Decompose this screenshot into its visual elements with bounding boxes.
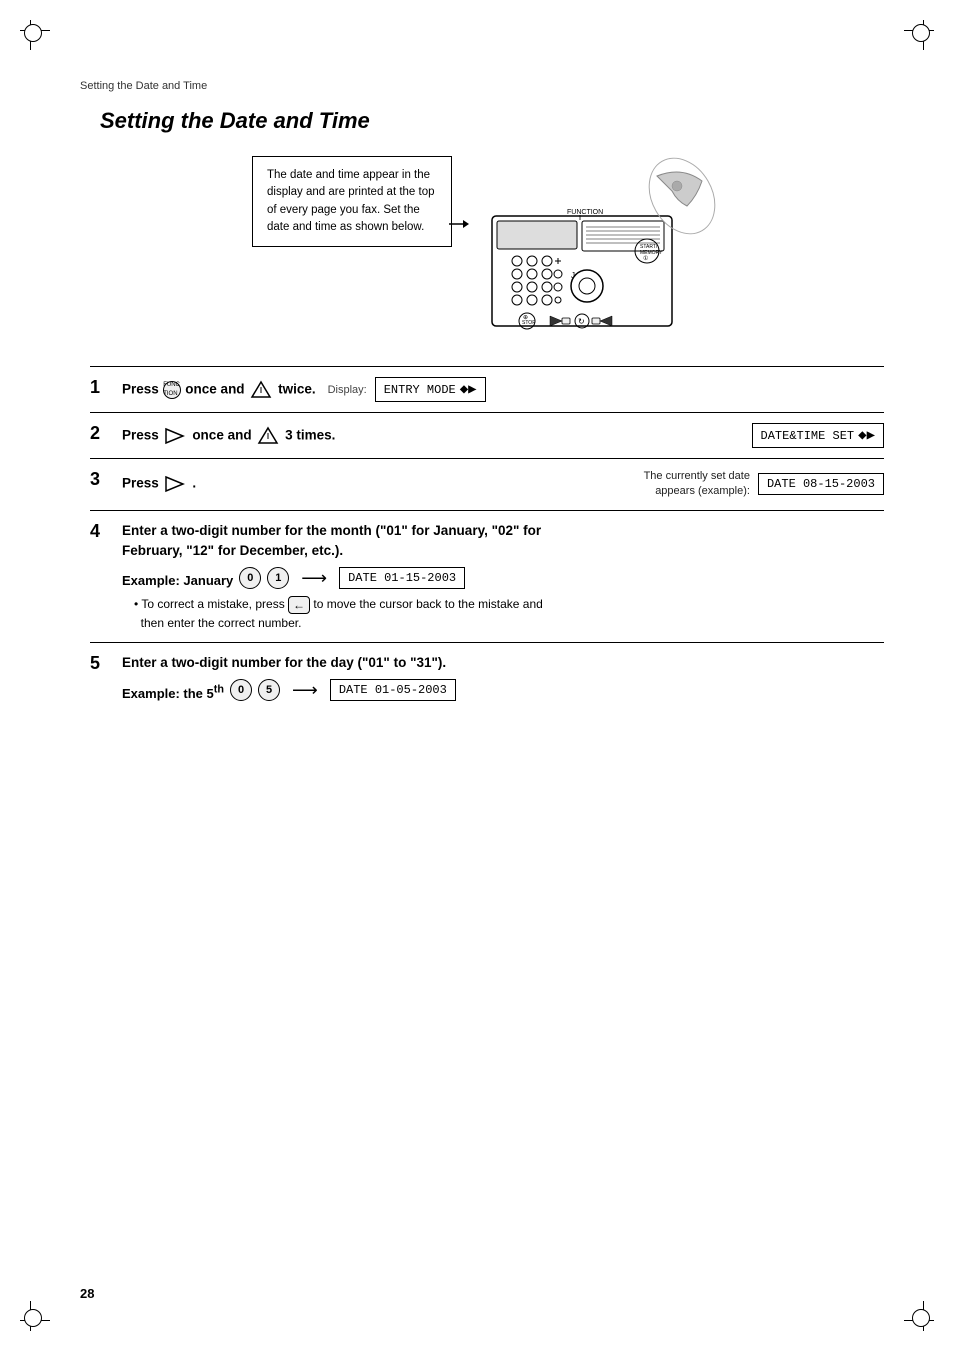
- step-4: 4 Enter a two-digit number for the month…: [90, 510, 884, 642]
- step-5-example-label: Example: the 5th: [122, 684, 224, 701]
- step-4-note: • To correct a mistake, press ← to move …: [122, 595, 884, 632]
- step-1-content: Press FUNCTION once and twice. Display: …: [122, 377, 884, 402]
- callout-box: The date and time appear in the display …: [252, 156, 452, 247]
- step-3-text: Press .: [122, 473, 196, 495]
- step-3-display-area: The currently set dateappears (example):…: [644, 469, 884, 500]
- step-5-display: DATE 01-05-2003: [330, 679, 456, 701]
- step-5-arrow: ⟶: [292, 680, 318, 701]
- step-4-arrow: ⟶: [301, 568, 327, 589]
- step-1-text: Press FUNCTION once and twice.: [122, 379, 316, 401]
- step-2: 2 Press once and 3 times.: [90, 412, 884, 458]
- step-5-key-5: 5: [258, 679, 280, 701]
- step-4-key-1: 1: [267, 567, 289, 589]
- step-4-display: DATE 01-15-2003: [339, 567, 465, 589]
- step-3-display: DATE 08-15-2003: [758, 473, 884, 495]
- step-5-example-row: Example: the 5th 0 5 ⟶ DATE 01-05-2003: [122, 679, 884, 701]
- step-3: 3 Press . The currently set dateappears …: [90, 458, 884, 510]
- back-key-icon: ←: [288, 596, 310, 614]
- step-4-content: Enter a two-digit number for the month (…: [122, 521, 884, 632]
- step-5-key-0: 0: [230, 679, 252, 701]
- step-5: 5 Enter a two-digit number for the day (…: [90, 642, 884, 711]
- nav-up-icon-2: [255, 425, 281, 447]
- reg-circle-tr: [912, 24, 930, 42]
- nav-right-icon-3: [163, 473, 189, 495]
- step-4-text: Enter a two-digit number for the month (…: [122, 521, 884, 562]
- function-key-icon: FUNCTION: [163, 381, 181, 399]
- step-1-display: ENTRY MODE ◆▶: [375, 377, 486, 402]
- callout-text: The date and time appear in the display …: [267, 169, 435, 233]
- step-2-text: Press once and 3 times.: [122, 425, 335, 447]
- step-2-content: Press once and 3 times. DATE&TIME SET: [122, 423, 884, 448]
- step-1-display-label: Display:: [328, 384, 367, 396]
- step-1-display-value: ENTRY MODE: [384, 383, 456, 397]
- svg-text:↻: ↻: [578, 317, 585, 326]
- breadcrumb: Setting the Date and Time: [80, 80, 894, 92]
- step-4-display-value: DATE 01-15-2003: [348, 571, 456, 585]
- step-1-row: Press FUNCTION once and twice. Display: …: [122, 377, 884, 402]
- step-3-currently-label: The currently set dateappears (example):: [644, 469, 750, 500]
- step-5-display-value: DATE 01-05-2003: [339, 683, 447, 697]
- nav-right-icon-2: [163, 425, 189, 447]
- step-4-key-0: 0: [239, 567, 261, 589]
- page-number: 28: [80, 1286, 94, 1301]
- svg-text:J: J: [571, 271, 575, 280]
- nav-up-icon: [248, 379, 274, 401]
- step-2-display-value: DATE&TIME SET: [761, 429, 855, 443]
- step-3-display-value: DATE 08-15-2003: [767, 477, 875, 491]
- svg-text:⊕: ⊕: [523, 315, 528, 321]
- step-3-row: Press . The currently set dateappears (e…: [122, 469, 884, 500]
- step-4-example-label: Example: January: [122, 573, 233, 588]
- step-4-example-row: Example: January 0 1 ⟶ DATE 01-15-2003: [122, 567, 884, 589]
- steps-container: 1 Press FUNCTION once and twice. Display…: [90, 366, 884, 711]
- reg-circle-bl: [24, 1309, 42, 1327]
- page-container: Setting the Date and Time Setting the Da…: [0, 0, 954, 1351]
- step-1-display-arrow: ◆▶: [460, 381, 477, 398]
- fax-diagram-inner: The date and time appear in the display …: [252, 156, 722, 346]
- step-4-number: 4: [90, 521, 114, 543]
- step-2-display: DATE&TIME SET ◆▶: [752, 423, 884, 448]
- step-1: 1 Press FUNCTION once and twice. Display…: [90, 366, 884, 412]
- step-3-content: Press . The currently set dateappears (e…: [122, 469, 884, 500]
- step-2-row: Press once and 3 times. DATE&TIME SET: [122, 423, 884, 448]
- fax-diagram-area: The date and time appear in the display …: [80, 156, 894, 346]
- step-2-number: 2: [90, 423, 114, 445]
- fax-machine-diagram: J START/ MEMORY ① FUNCTION STOP ⊕: [462, 156, 722, 346]
- step-2-display-arrow: ◆▶: [858, 427, 875, 444]
- svg-text:FUNCTION: FUNCTION: [567, 209, 603, 216]
- step-1-number: 1: [90, 377, 114, 399]
- reg-circle-br: [912, 1309, 930, 1327]
- step-5-content: Enter a two-digit number for the day ("0…: [122, 653, 884, 701]
- page-title: Setting the Date and Time: [100, 108, 894, 134]
- svg-text:①: ①: [643, 255, 648, 262]
- step-5-text: Enter a two-digit number for the day ("0…: [122, 653, 884, 673]
- step-3-number: 3: [90, 469, 114, 491]
- step-5-number: 5: [90, 653, 114, 675]
- reg-circle-tl: [24, 24, 42, 42]
